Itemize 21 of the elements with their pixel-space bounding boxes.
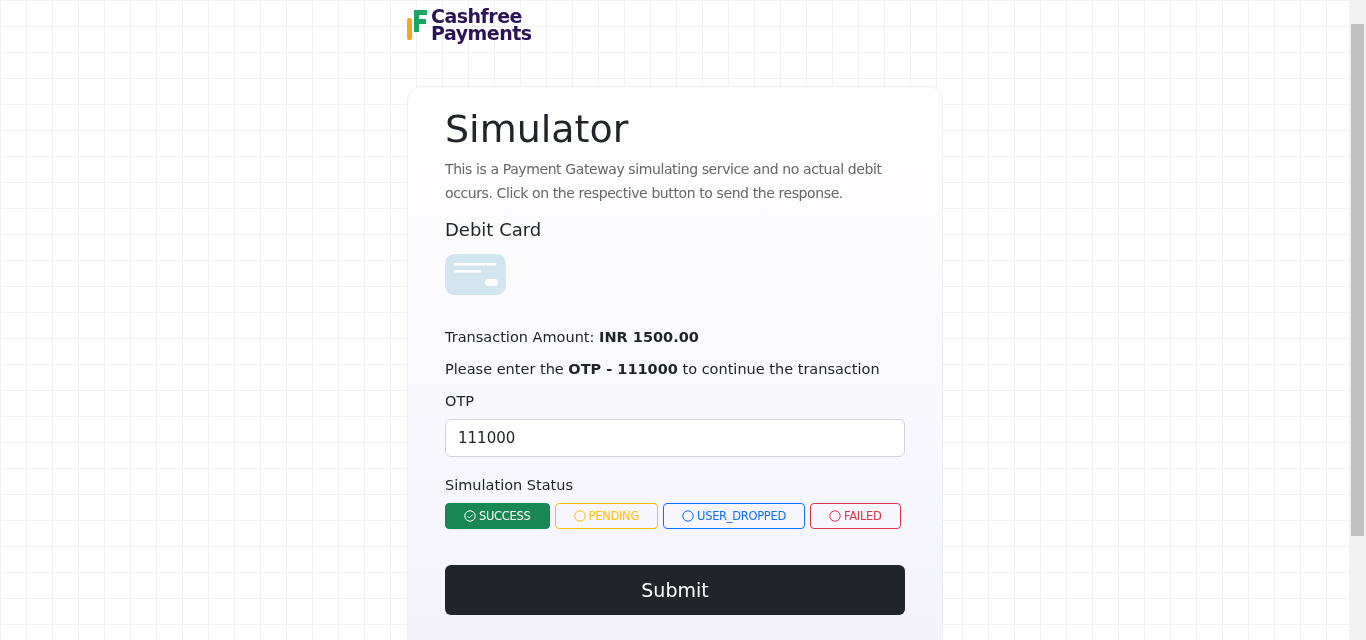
section-heading: Debit Card bbox=[445, 219, 543, 240]
circle-icon bbox=[682, 510, 694, 522]
credit-card-icon bbox=[445, 254, 506, 295]
submit-button[interactable]: Submit bbox=[445, 565, 905, 615]
status-option[interactable]: SUCCESS bbox=[445, 503, 550, 529]
otp-instruction: Please enter the OTP - 111000 to continue the transaction bbox=[445, 361, 881, 377]
page-title: Simulator bbox=[445, 106, 630, 153]
otp-input[interactable]: 111000 bbox=[445, 419, 905, 457]
status-option[interactable]: FAILED bbox=[810, 503, 901, 529]
circle-icon bbox=[573, 510, 586, 522]
otp-label: OTP bbox=[445, 393, 475, 409]
logo-icon bbox=[407, 8, 427, 42]
brand-name: Payments bbox=[431, 25, 532, 42]
circle-icon bbox=[829, 510, 842, 522]
description: This is a Payment Gateway simulating service and no actual debit occurs. Click on the respective button to send the response. bbox=[445, 160, 883, 203]
transaction-amount: Transaction Amount: INR 1500.00 bbox=[445, 329, 700, 345]
brand-name: Cashfree bbox=[431, 8, 522, 25]
scrollbar[interactable] bbox=[1349, 0, 1366, 640]
status-option[interactable]: USER_DROPPED bbox=[663, 503, 806, 529]
status-label: Simulation Status bbox=[445, 477, 575, 493]
check-circle-icon bbox=[464, 510, 476, 522]
